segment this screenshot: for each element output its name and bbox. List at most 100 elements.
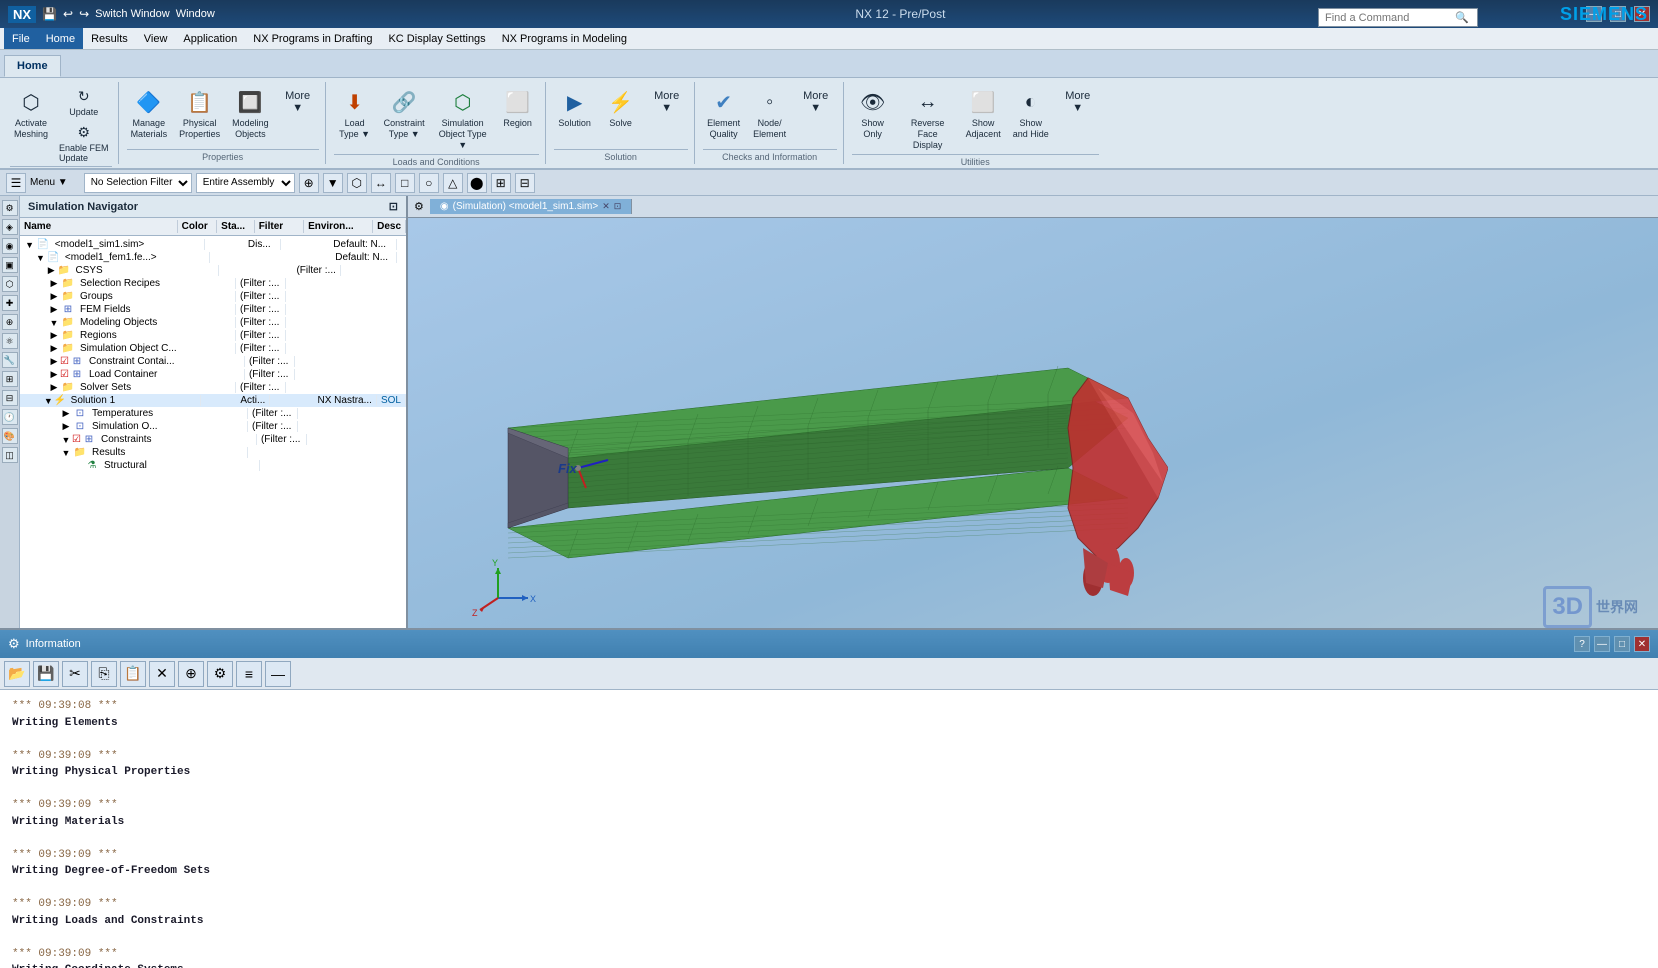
- expand-sel[interactable]: ▶: [48, 278, 60, 289]
- expand-results[interactable]: ▼: [60, 448, 72, 458]
- lt-btn-12[interactable]: 🕐: [2, 409, 18, 425]
- tree-item-fem1[interactable]: ▼ 📄 <model1_fem1.fe...> Default: N...: [20, 251, 406, 264]
- tree-item-sim-o[interactable]: ▶ ⊡ Simulation O... (Filter :...: [20, 420, 406, 433]
- info-maximize-btn[interactable]: □: [1614, 636, 1630, 652]
- cmd-btn-f[interactable]: ⬤: [467, 173, 487, 193]
- tree-item-solver-sets[interactable]: ▶ 📁 Solver Sets (Filter :...: [20, 381, 406, 394]
- tree-item-csys[interactable]: ▶ 📁 CSYS (Filter :...: [20, 264, 406, 277]
- selection-filter-select[interactable]: No Selection Filter: [84, 173, 192, 193]
- menu-results[interactable]: Results: [83, 28, 136, 49]
- lt-btn-13[interactable]: 🎨: [2, 428, 18, 444]
- lt-btn-7[interactable]: ⊕: [2, 314, 18, 330]
- info-save-btn[interactable]: 💾: [33, 661, 59, 687]
- tree-item-constraints[interactable]: ▼ ☑ ⊞ Constraints (Filter :...: [20, 433, 406, 446]
- menu-toggle-btn[interactable]: ☰: [6, 173, 26, 193]
- tree-item-solution1[interactable]: ▼ ⚡ Solution 1 Acti... NX Nastra... SOL: [20, 394, 406, 407]
- cmd-btn-g[interactable]: ⊞: [491, 173, 511, 193]
- lt-btn-14[interactable]: ◫: [2, 447, 18, 463]
- expand-groups[interactable]: ▶: [48, 291, 60, 302]
- expand-temp[interactable]: ▶: [60, 408, 72, 419]
- tree-item-groups[interactable]: ▶ 📁 Groups (Filter :...: [20, 290, 406, 303]
- switch-window-btn[interactable]: Switch Window: [95, 8, 170, 20]
- show-only-btn[interactable]: 👁 ShowOnly: [852, 84, 894, 142]
- undo-btn[interactable]: ↩: [63, 7, 73, 21]
- tree-item-temperatures[interactable]: ▶ ⊡ Temperatures (Filter :...: [20, 407, 406, 420]
- expand-modobj[interactable]: ▼: [48, 318, 60, 328]
- cmd-btn-c[interactable]: □: [395, 173, 415, 193]
- region-btn[interactable]: ⬜ Region: [497, 84, 539, 131]
- lt-btn-9[interactable]: 🔧: [2, 352, 18, 368]
- show-adjacent-btn[interactable]: ⬜ ShowAdjacent: [962, 84, 1005, 142]
- redo-btn[interactable]: ↪: [79, 7, 89, 21]
- menu-view[interactable]: View: [136, 28, 176, 49]
- lt-btn-3[interactable]: ◉: [2, 238, 18, 254]
- expand-constraints[interactable]: ▼: [60, 435, 72, 445]
- more-checks-btn[interactable]: More ▼: [795, 84, 837, 120]
- sim-object-type-btn[interactable]: ⬡ SimulationObject Type ▼: [433, 84, 493, 152]
- filter-btn[interactable]: ▼: [323, 173, 343, 193]
- info-help-btn[interactable]: ?: [1574, 636, 1590, 652]
- show-and-hide-btn[interactable]: ◐ Showand Hide: [1009, 84, 1053, 142]
- solve-btn[interactable]: ⚡ Solve: [600, 84, 642, 131]
- tree-item-modeling-obj[interactable]: ▼ 📁 Modeling Objects (Filter :...: [20, 316, 406, 329]
- expand-csys[interactable]: ▶: [46, 265, 57, 276]
- window-btn[interactable]: Window: [176, 8, 215, 20]
- info-copy-btn[interactable]: ⎘: [91, 661, 117, 687]
- snap-btn[interactable]: ⊕: [299, 173, 319, 193]
- menu-label[interactable]: Menu ▼: [30, 177, 68, 188]
- cmd-btn-a[interactable]: ⬡: [347, 173, 367, 193]
- tree-item-sim1[interactable]: ▼ 📄 <model1_sim1.sim> Dis... Default: N.…: [20, 238, 406, 251]
- tree-item-constraint-cont[interactable]: ▶ ☑ ⊞ Constraint Contai... (Filter :...: [20, 355, 406, 368]
- expand-constcont[interactable]: ▶: [48, 356, 60, 367]
- expand-simobjc[interactable]: ▶: [48, 343, 60, 354]
- cmd-btn-h[interactable]: ⊟: [515, 173, 535, 193]
- lt-btn-2[interactable]: ◈: [2, 219, 18, 235]
- lt-btn-5[interactable]: ⬡: [2, 276, 18, 292]
- expand-sol1[interactable]: ▼: [43, 396, 53, 406]
- tree-item-regions[interactable]: ▶ 📁 Regions (Filter :...: [20, 329, 406, 342]
- expand-sim1[interactable]: ▼: [24, 240, 36, 250]
- lt-btn-6[interactable]: ✚: [2, 295, 18, 311]
- info-delete-btn[interactable]: ✕: [149, 661, 175, 687]
- quick-access-btn[interactable]: 💾: [42, 7, 57, 21]
- info-list-btn[interactable]: ≡: [236, 661, 262, 687]
- menu-home[interactable]: Home: [38, 28, 83, 49]
- menu-kc-display[interactable]: KC Display Settings: [380, 28, 493, 49]
- info-content[interactable]: *** 09:39:08 *** Writing Elements *** 09…: [0, 690, 1658, 968]
- menu-nx-modeling[interactable]: NX Programs in Modeling: [494, 28, 635, 49]
- tree-item-results[interactable]: ▼ 📁 Results: [20, 446, 406, 459]
- viewport-settings-icon[interactable]: ⚙: [408, 200, 430, 213]
- more-properties-btn[interactable]: More ▼: [277, 84, 319, 120]
- lt-btn-8[interactable]: ⚛: [2, 333, 18, 349]
- info-options-btn[interactable]: ⚙: [207, 661, 233, 687]
- menu-file[interactable]: File: [4, 28, 38, 49]
- enable-fem-update-btn[interactable]: ⚙ Enable FEMUpdate: [56, 120, 112, 164]
- info-cut-btn[interactable]: ✂: [62, 661, 88, 687]
- info-open-btn[interactable]: 📂: [4, 661, 30, 687]
- reverse-face-btn[interactable]: ↔ ReverseFace Display: [898, 84, 958, 152]
- tree-item-sim-obj-c[interactable]: ▶ 📁 Simulation Object C... (Filter :...: [20, 342, 406, 355]
- solution-btn[interactable]: ▶ Solution: [554, 84, 596, 131]
- find-command-bar[interactable]: 🔍: [1318, 8, 1478, 27]
- tree-item-sel-recipes[interactable]: ▶ 📁 Selection Recipes (Filter :...: [20, 277, 406, 290]
- update-btn[interactable]: ↻ Update: [56, 84, 112, 118]
- expand-simo[interactable]: ▶: [60, 421, 72, 432]
- menu-application[interactable]: Application: [175, 28, 245, 49]
- lt-btn-10[interactable]: ⊞: [2, 371, 18, 387]
- viewport-tab-sim1[interactable]: ◉ (Simulation) <model1_sim1.sim> ✕ ⊡: [430, 199, 632, 214]
- tree-item-structural[interactable]: ⚗ Structural: [20, 459, 406, 472]
- tree-item-load-cont[interactable]: ▶ ☑ ⊞ Load Container (Filter :...: [20, 368, 406, 381]
- cmd-btn-d[interactable]: ○: [419, 173, 439, 193]
- info-find-btn[interactable]: ⊕: [178, 661, 204, 687]
- expand-femf[interactable]: ▶: [48, 304, 60, 315]
- node-element-btn[interactable]: ◦ Node/Element: [749, 84, 791, 142]
- vp-tab-detach-btn[interactable]: ⊡: [614, 201, 622, 212]
- lt-btn-1[interactable]: ⚙: [2, 200, 18, 216]
- find-command-input[interactable]: [1325, 12, 1455, 24]
- nav-resize-btn[interactable]: ⊡: [389, 200, 398, 213]
- cmd-btn-b[interactable]: ↔: [371, 173, 391, 193]
- lt-btn-4[interactable]: ▣: [2, 257, 18, 273]
- menu-nx-drafting[interactable]: NX Programs in Drafting: [245, 28, 380, 49]
- physical-properties-btn[interactable]: 📋 PhysicalProperties: [175, 84, 224, 142]
- manage-materials-btn[interactable]: 🔷 ManageMaterials: [127, 84, 172, 142]
